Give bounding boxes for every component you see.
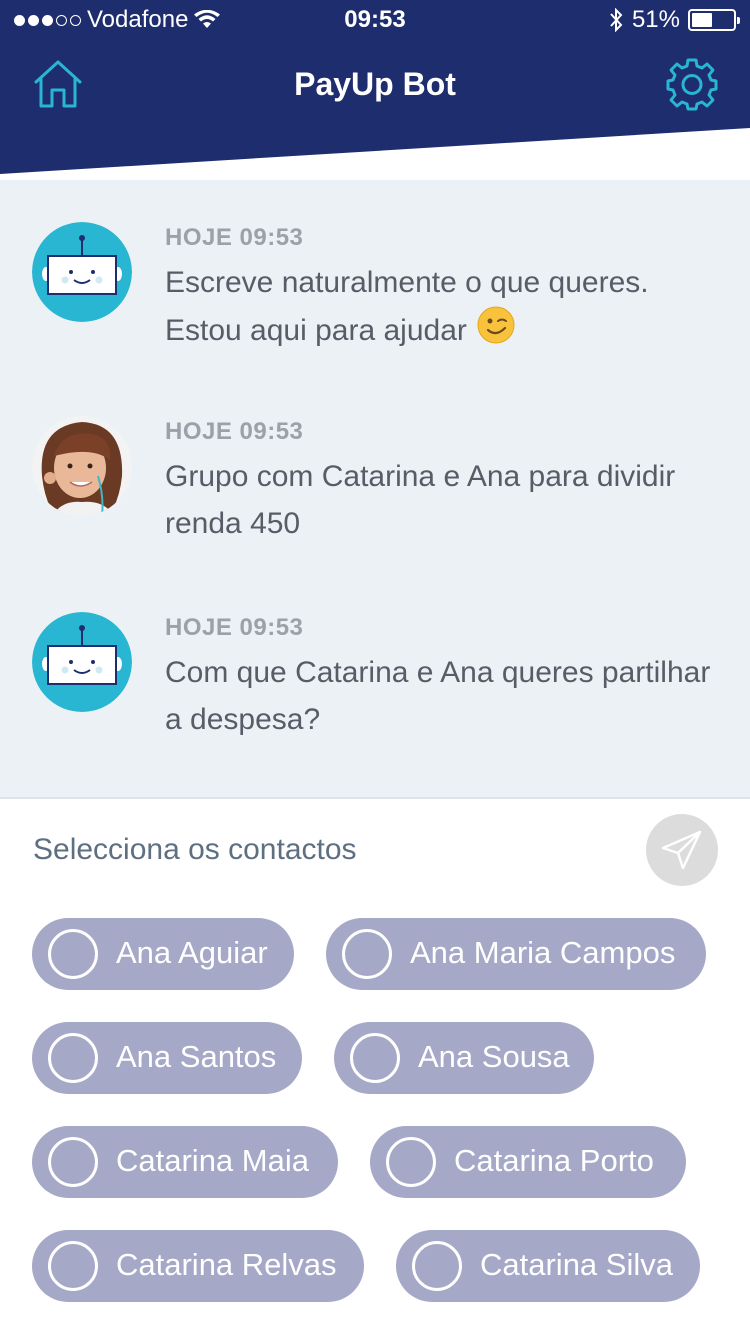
battery-icon — [688, 9, 740, 31]
send-button[interactable] — [646, 814, 718, 886]
page-title: PayUp Bot — [294, 66, 456, 102]
contact-name: Catarina Maia — [116, 1143, 309, 1178]
winking-face-icon — [477, 306, 515, 358]
radio-icon[interactable] — [412, 1241, 462, 1291]
contact-chip[interactable]: Ana Sousa — [334, 1022, 594, 1094]
status-right-group: 51% — [608, 6, 740, 34]
message-text: Escreve naturalmente o que queres. Estou… — [165, 259, 725, 358]
radio-icon[interactable] — [48, 1033, 98, 1083]
message-text: Grupo com Catarina e Ana para dividir re… — [165, 460, 676, 540]
contact-name: Ana Aguiar — [116, 935, 268, 970]
status-bar: Vodafone 09:53 51% — [0, 0, 750, 40]
settings-button[interactable] — [664, 56, 720, 112]
message-timestamp: HOJE 09:53 — [165, 614, 304, 641]
radio-icon[interactable] — [342, 929, 392, 979]
message-body: Escreve naturalmente o que queres. Estou… — [165, 266, 649, 347]
contact-chip[interactable]: Ana Santos — [32, 1022, 302, 1094]
contact-chip[interactable]: Catarina Porto — [370, 1126, 686, 1198]
app-header: Vodafone 09:53 51% PayUp Bot — [0, 0, 750, 180]
radio-icon[interactable] — [48, 1137, 98, 1187]
bot-avatar — [32, 612, 132, 712]
contact-name: Ana Maria Campos — [410, 935, 676, 970]
contacts-prompt: Selecciona os contactos — [33, 833, 357, 866]
contact-chip[interactable]: Ana Maria Campos — [326, 918, 706, 990]
contact-name: Ana Sousa — [418, 1039, 570, 1074]
user-avatar — [32, 416, 132, 516]
contact-name: Ana Santos — [116, 1039, 277, 1074]
battery-percent: 51% — [631, 6, 680, 33]
chat-area: HOJE 09:53 Escreve naturalmente o que qu… — [0, 180, 750, 798]
gear-icon — [666, 58, 718, 111]
contact-chip[interactable]: Catarina Silva — [396, 1230, 700, 1302]
paper-plane-icon — [661, 830, 702, 870]
message-timestamp: HOJE 09:53 — [165, 224, 304, 251]
contact-name: Catarina Silva — [480, 1247, 673, 1282]
bot-avatar — [32, 222, 132, 322]
divider — [0, 797, 750, 799]
contact-chip[interactable]: Ana Aguiar — [32, 918, 294, 990]
battery-level — [692, 13, 712, 27]
contact-chip[interactable]: Catarina Maia — [32, 1126, 338, 1198]
contact-name: Catarina Relvas — [116, 1247, 337, 1282]
radio-icon[interactable] — [386, 1137, 436, 1187]
radio-icon[interactable] — [48, 1241, 98, 1291]
radio-icon[interactable] — [350, 1033, 400, 1083]
bluetooth-icon — [610, 8, 623, 32]
contact-chip[interactable]: Catarina Relvas — [32, 1230, 364, 1302]
contact-name: Catarina Porto — [454, 1143, 654, 1178]
message-text: Com que Catarina e Ana queres partilhar … — [165, 656, 711, 736]
radio-icon[interactable] — [48, 929, 98, 979]
message-timestamp: HOJE 09:53 — [165, 418, 304, 445]
